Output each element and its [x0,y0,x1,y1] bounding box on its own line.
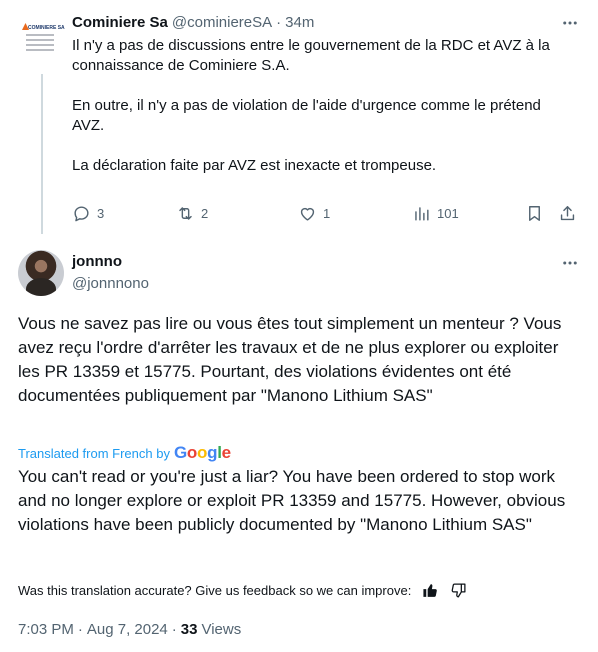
avatar-figure [26,278,56,296]
tweet-text: Vous ne savez pas lire ou vous êtes tout… [18,314,562,405]
author-name[interactable]: Cominiere Sa [72,14,168,31]
translated-label: Translated from French by [18,445,170,461]
like-button[interactable]: 1 [298,204,330,223]
tweet-meta: 7:03 PM · Aug 7, 2024 · 33 Views [18,621,241,638]
thumbs-up-icon [423,583,437,597]
repost-icon [179,207,192,220]
more-icon [563,261,577,265]
bookmark-button[interactable] [525,204,544,223]
like-count: 1 [323,206,331,221]
thumbs-down-button[interactable] [449,581,467,599]
reply-button[interactable]: 3 [72,204,104,223]
repost-button[interactable]: 2 [176,204,208,223]
more-options-button[interactable] [560,13,580,33]
views-button[interactable]: 101 [412,204,459,223]
google-logo: Google [173,443,231,462]
share-button[interactable] [558,204,577,223]
thumbs-up-button[interactable] [421,581,439,599]
tweet-time[interactable]: 34m [285,14,314,31]
header-separator: · [276,13,282,31]
views-label: Views [201,621,242,638]
views-count: 33 [180,621,198,638]
bookmark-icon [529,206,540,221]
avatar[interactable]: COMINIERE SA [18,12,66,60]
tweet-text: Il n'y a pas de discussions entre le gou… [72,36,572,196]
feedback-prompt: Was this translation accurate? Give us f… [18,582,412,598]
more-options-button[interactable] [560,253,580,273]
repost-count: 2 [201,206,209,221]
views-count: 101 [437,206,459,221]
action-bar: 3 2 1 101 [72,204,582,226]
more-icon [563,21,577,25]
share-icon [560,206,575,221]
analytics-icon [415,207,429,221]
tweet-paragraph: Il n'y a pas de discussions entre le gou… [72,37,550,74]
avatar-logo-text: COMINIERE SA [28,25,65,31]
meta-separator: · [171,621,177,638]
tweet-header: Cominiere Sa @cominiereSA · 34m [72,12,314,32]
heart-icon [300,207,315,221]
translated-from-link[interactable]: Translated from French by Google [18,443,231,463]
tweet-date[interactable]: Aug 7, 2024 [87,621,168,638]
avatar-logo-lines [26,34,54,54]
author-handle[interactable]: @jonnnono [72,275,149,292]
avatar[interactable] [18,250,64,296]
reply-count: 3 [97,206,105,221]
meta-separator: · [77,621,83,638]
reply-icon [74,206,89,222]
thumbs-down-icon [451,582,466,598]
parent-tweet[interactable]: COMINIERE SA Cominiere Sa @cominiereSA ·… [0,0,598,238]
tweet-paragraph: La déclaration faite par AVZ est inexact… [72,157,437,174]
author-handle[interactable]: @cominiereSA [172,14,272,31]
translation-feedback: Was this translation accurate? Give us f… [18,581,467,599]
tweet-time[interactable]: 7:03 PM [18,621,74,638]
tweet-translation: You can't read or you're just a liar? Yo… [18,467,566,534]
author-name[interactable]: jonnno [72,253,122,270]
tweet-paragraph: En outre, il n'y a pas de violation de l… [72,97,541,134]
